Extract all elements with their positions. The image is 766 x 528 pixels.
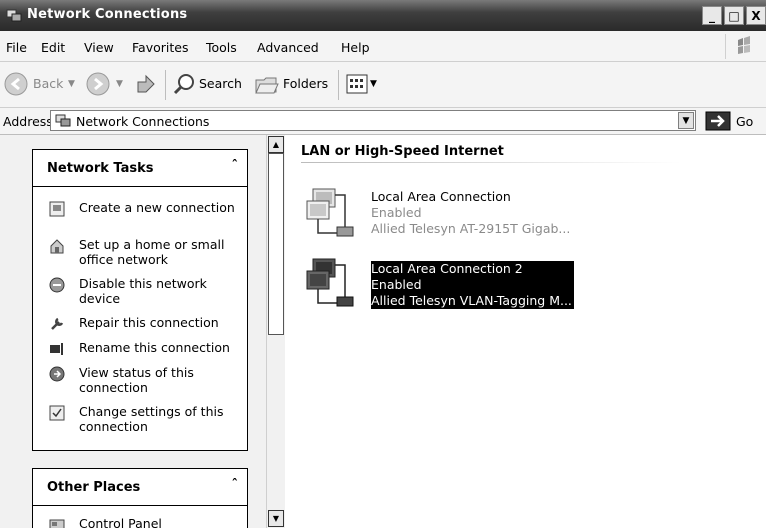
window-title: Network Connections [27,7,188,22]
connection-details: Local Area Connection Enabled Allied Tel… [371,189,570,237]
forward-arrow-icon[interactable] [86,72,110,96]
address-input[interactable]: Network Connections ▼ [50,110,696,131]
back-arrow-icon[interactable] [4,72,28,96]
views-dropdown-icon[interactable]: ▼ [370,79,377,89]
address-value: Network Connections [76,114,210,129]
other-places-panel: Other Places ˆ Control Panel [32,468,248,528]
address-label: Address [3,114,53,129]
lan-connection-icon [306,258,354,307]
network-connections-icon [55,114,71,127]
network-tasks-header[interactable]: Network Tasks ˆ [33,150,247,187]
rename-icon [50,343,63,355]
maximize-button[interactable]: □ [724,6,744,25]
network-tasks-panel: Network Tasks ˆ Create a new connection … [32,149,248,451]
address-dropdown-button[interactable]: ▼ [678,112,694,129]
network-connections-icon [6,9,22,22]
task-label: Set up a home or small office network [79,237,225,267]
folders-icon[interactable] [254,72,280,96]
minimize-button[interactable]: _ [702,6,722,25]
connection-status: Enabled [371,277,422,292]
connections-view: LAN or High-Speed Internet Local Area Co… [285,135,766,528]
search-icon[interactable] [172,72,196,96]
disable-device-icon [49,277,65,293]
collapse-chevron-icon[interactable]: ˆ [232,478,239,493]
lan-connection-icon [306,188,354,237]
toolbar: Back ▼ ▼ Search Folders ▼ [0,62,766,108]
address-bar: Address Network Connections ▼ Go [0,108,766,135]
menu-favorites[interactable]: Favorites [132,40,188,55]
folders-button[interactable]: Folders [283,76,328,91]
scroll-down-button[interactable]: ▼ [268,510,284,527]
connection-item-selected[interactable]: Local Area Connection 2 Enabled Allied T… [303,257,583,313]
menu-advanced[interactable]: Advanced [257,40,319,55]
go-arrow-icon[interactable] [705,111,731,131]
task-label: View status of this connection [79,365,194,395]
back-button[interactable]: Back [33,76,63,91]
task-label: Repair this connection [79,315,219,330]
connection-status: Enabled [371,205,422,220]
scroll-up-button[interactable]: ▲ [268,136,284,153]
connection-name: Local Area Connection 2 [371,261,523,276]
search-button[interactable]: Search [199,76,242,91]
connection-name: Local Area Connection [371,189,511,204]
home-network-icon [50,239,64,254]
menu-view[interactable]: View [84,40,114,55]
connection-item[interactable]: Local Area Connection Enabled Allied Tel… [303,185,583,241]
collapse-chevron-icon[interactable]: ˆ [232,159,239,174]
task-pane: Network Tasks ˆ Create a new connection … [0,135,266,528]
settings-icon [49,405,65,421]
up-folder-icon[interactable] [134,72,158,96]
other-places-header[interactable]: Other Places ˆ [33,469,247,506]
windows-logo-icon [725,34,750,59]
forward-dropdown-icon[interactable]: ▼ [116,79,123,89]
close-button[interactable]: X [746,6,766,25]
menu-tools[interactable]: Tools [206,40,237,55]
group-divider [301,162,681,163]
connection-device: Allied Telesyn AT-2915T Gigab... [371,221,571,236]
views-icon[interactable] [346,73,368,95]
network-tasks-title: Network Tasks [47,161,154,176]
menu-edit[interactable]: Edit [41,40,65,55]
menu-file[interactable]: File [6,40,27,55]
title-bar: Network Connections _ □ X [0,0,766,31]
connection-device: Allied Telesyn VLAN-Tagging M... [371,293,572,308]
task-label: Create a new connection [79,200,235,215]
control-panel-icon [49,519,65,528]
place-label: Control Panel [79,516,162,528]
menu-help[interactable]: Help [341,40,370,55]
menu-bar: File Edit View Favorites Tools Advanced … [0,31,766,62]
go-button[interactable]: Go [736,114,753,129]
task-label: Rename this connection [79,340,230,355]
other-places-title: Other Places [47,480,141,495]
scroll-thumb[interactable] [268,153,284,335]
task-pane-scrollbar[interactable]: ▲ ▼ [266,135,285,528]
task-label: Change settings of this connection [79,404,224,434]
new-connection-icon [49,201,65,217]
status-icon [49,366,65,382]
back-dropdown-icon[interactable]: ▼ [68,79,75,89]
connection-details: Local Area Connection 2 Enabled Allied T… [371,261,574,309]
wrench-icon [51,317,64,330]
task-label: Disable this network device [79,276,207,306]
group-header: LAN or High-Speed Internet [301,144,504,159]
